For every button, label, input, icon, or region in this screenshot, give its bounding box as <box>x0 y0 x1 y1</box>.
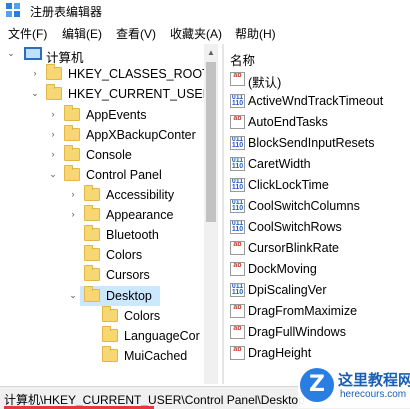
binary-value-icon: 011 110 <box>230 283 245 297</box>
chevron-right-icon[interactable]: › <box>48 149 58 159</box>
folder-icon <box>84 265 100 281</box>
chevron-right-icon[interactable]: › <box>48 109 58 119</box>
tree-item-accessibility[interactable]: › Accessibility <box>0 185 205 205</box>
folder-icon <box>84 286 100 302</box>
site-watermark: Z 这里教程网 herecours.com <box>298 364 410 408</box>
key-tree: ⌄ 计算机 › HKEY_CLASSES_ROOT ⌄ HKEY_CURRENT… <box>0 44 205 384</box>
scrollbar-thumb[interactable] <box>206 62 216 222</box>
tree-item-control-panel[interactable]: ⌄ Control Panel <box>0 165 205 185</box>
site-name: 这里教程网 <box>338 372 410 389</box>
tree-item-label: MuiCached <box>124 349 188 363</box>
computer-icon <box>24 47 42 60</box>
folder-icon <box>102 346 118 362</box>
chevron-down-icon[interactable]: ⌄ <box>6 48 16 59</box>
chevron-right-icon[interactable]: › <box>48 129 58 139</box>
title-bar: 注册表编辑器 <box>0 0 410 20</box>
window-title: 注册表编辑器 <box>30 5 103 19</box>
folder-icon <box>46 64 62 80</box>
folder-icon <box>64 165 80 181</box>
string-value-icon: ab <box>230 115 245 129</box>
chevron-right-icon[interactable]: › <box>68 189 78 199</box>
tree-item-label: Appearance <box>106 208 174 222</box>
string-value-icon: ab <box>230 304 245 318</box>
tree-item-label: Accessibility <box>106 188 175 202</box>
folder-icon <box>84 185 100 201</box>
string-value-icon: ab <box>230 346 245 360</box>
tree-item-bluetooth[interactable]: Bluetooth <box>0 225 205 245</box>
tree-item-languageconfig[interactable]: LanguageCor <box>0 326 205 346</box>
tree-item-desktop[interactable]: Desktop <box>80 286 160 306</box>
tree-item-label: Console <box>86 148 132 162</box>
binary-value-icon: 011 110 <box>230 199 245 213</box>
binary-value-icon: 011 110 <box>230 157 245 171</box>
folder-icon <box>64 145 80 161</box>
menu-file[interactable]: 文件(F) <box>8 25 47 42</box>
folder-icon <box>46 84 62 100</box>
folder-icon <box>64 125 80 141</box>
folder-icon <box>102 306 118 322</box>
chevron-down-icon[interactable]: ⌄ <box>30 88 40 99</box>
tree-scrollbar[interactable]: ▲ <box>204 44 218 384</box>
tree-item-muicached[interactable]: MuiCached <box>0 346 205 366</box>
binary-value-icon: 011 110 <box>230 220 245 234</box>
chevron-right-icon[interactable]: › <box>30 68 40 78</box>
tree-item-console[interactable]: › Console <box>0 145 205 165</box>
chevron-down-icon[interactable]: ⌄ <box>48 169 58 180</box>
tree-item-label: AppEvents <box>86 108 147 122</box>
string-value-icon: ab <box>230 241 245 255</box>
tree-item-label: Colors <box>124 309 161 323</box>
registry-editor-icon <box>6 3 20 17</box>
tree-item-label: LanguageCor <box>124 329 200 343</box>
tree-item-appxbackup[interactable]: › AppXBackupConter <box>0 125 205 145</box>
tree-item-appevents[interactable]: › AppEvents <box>0 105 205 125</box>
scroll-up-arrow-icon[interactable]: ▲ <box>207 48 215 57</box>
menu-bar: 文件(F) 编辑(E) 查看(V) 收藏夹(A) 帮助(H) <box>0 22 410 42</box>
binary-value-icon: 011 110 <box>230 178 245 192</box>
tree-item-label: Control Panel <box>86 168 162 182</box>
tree-item-label: HKEY_CLASSES_ROOT <box>68 67 205 81</box>
tree-item-label: HKEY_CURRENT_USER <box>68 87 205 101</box>
tree-item-label: Desktop <box>106 289 152 303</box>
binary-value-icon: 011 110 <box>230 136 245 150</box>
tree-item-label: AppXBackupConter <box>86 128 196 142</box>
tree-item-cursors[interactable]: Cursors <box>0 265 205 285</box>
chevron-right-icon[interactable]: › <box>68 209 78 219</box>
tree-item-computer[interactable]: ⌄ 计算机 <box>0 44 205 65</box>
tree-item-label: Colors <box>106 248 143 262</box>
string-value-icon: ab <box>230 262 245 276</box>
string-value-icon: ab <box>230 325 245 339</box>
tree-item-label: Bluetooth <box>106 228 159 242</box>
tree-item-appearance[interactable]: › Appearance <box>0 205 205 225</box>
folder-icon <box>84 205 100 221</box>
pane-splitter[interactable] <box>222 44 224 384</box>
folder-icon <box>84 245 100 261</box>
site-logo: Z <box>300 368 334 402</box>
tree-item-desktop-colors[interactable]: Colors <box>0 306 205 326</box>
folder-icon <box>64 105 80 121</box>
binary-value-icon: 011 110 <box>230 94 245 108</box>
tree-item-label: Cursors <box>106 268 150 282</box>
string-value-icon: ab <box>230 72 245 86</box>
menu-edit[interactable]: 编辑(E) <box>62 25 102 42</box>
tree-item-colors[interactable]: Colors <box>0 245 205 265</box>
column-header-name[interactable]: 名称 <box>230 50 255 69</box>
folder-icon <box>84 225 100 241</box>
menu-view[interactable]: 查看(V) <box>116 25 156 42</box>
folder-icon <box>102 326 118 342</box>
tree-item-hkey-classes-root[interactable]: › HKEY_CLASSES_ROOT <box>0 64 205 84</box>
tree-item-hkey-current-user[interactable]: ⌄ HKEY_CURRENT_USER <box>0 84 205 104</box>
menu-favorites[interactable]: 收藏夹(A) <box>170 25 222 42</box>
chevron-down-icon[interactable]: ⌄ <box>68 290 78 301</box>
menu-help[interactable]: 帮助(H) <box>235 25 276 42</box>
site-url: herecours.com <box>340 389 407 400</box>
